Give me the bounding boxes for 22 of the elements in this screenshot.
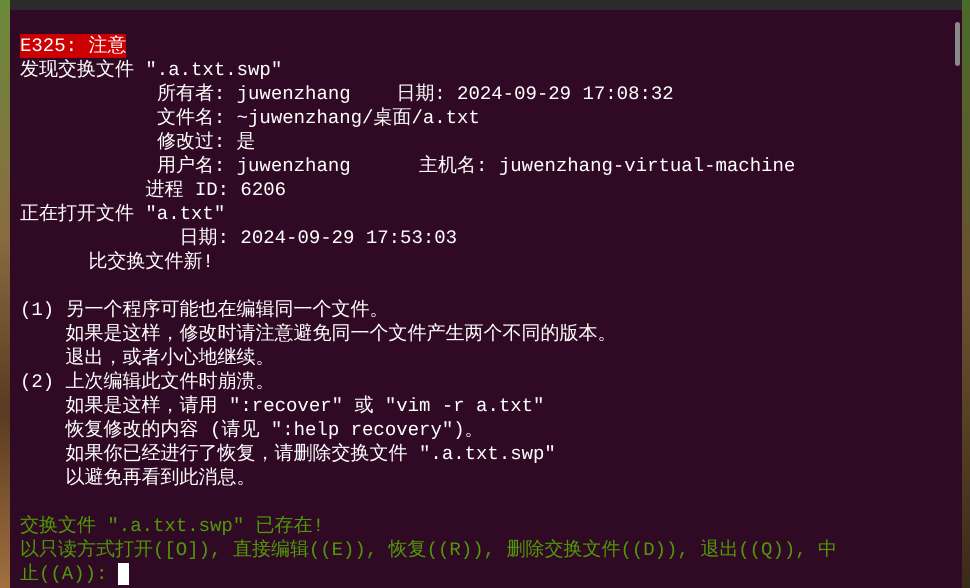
terminal-line: 用户名: juwenzhang 主机名: juwenzhang-virtual-machine [156, 154, 796, 178]
terminal-line: 正在打开文件 "a.txt" [20, 202, 226, 226]
terminal-line: 文件名: ~juwenzhang/桌面/a.txt [156, 106, 480, 130]
terminal-line: 修改过: 是 [156, 130, 256, 154]
scrollbar-thumb[interactable] [954, 22, 960, 66]
error-message: E325: 注意 [20, 34, 126, 58]
terminal-line: 退出，或者小心地继续。 [64, 346, 275, 370]
terminal-line: 比交换文件新! [87, 250, 214, 274]
terminal-line: 恢复修改的内容 (请见 ":help recovery")。 [64, 418, 484, 442]
prompt-line: 以只读方式打开([O]), 直接编辑((E)), 恢复((R)), 删除交换文件((D)), 退出((Q)), 中 [20, 538, 838, 562]
terminal-line: 进程 ID: 6206 [144, 178, 286, 202]
terminal-line: 如果是这样，修改时请注意避免同一个文件产生两个不同的版本。 [64, 322, 617, 346]
terminal-line: (2) 上次编辑此文件时崩溃。 [20, 370, 275, 394]
prompt-line: 交换文件 ".a.txt.swp" 已存在! [20, 514, 324, 538]
terminal-line: 如果是这样，请用 ":recover" 或 "vim -r a.txt" [64, 394, 544, 418]
terminal-line: 所有者: juwenzhang 日期: 2024-09-29 17:08:32 [156, 82, 674, 106]
terminal-line: 日期: 2024-09-29 17:53:03 [178, 226, 458, 250]
terminal-line: (1) 另一个程序可能也在编辑同一个文件。 [20, 298, 389, 322]
terminal-line: 发现交换文件 ".a.txt.swp" [20, 58, 282, 82]
terminal-line: 以避免再看到此消息。 [64, 466, 256, 490]
prompt-line: 止((A)): [20, 562, 108, 586]
terminal-line: 如果你已经进行了恢复，请删除交换文件 ".a.txt.swp" [64, 442, 556, 466]
